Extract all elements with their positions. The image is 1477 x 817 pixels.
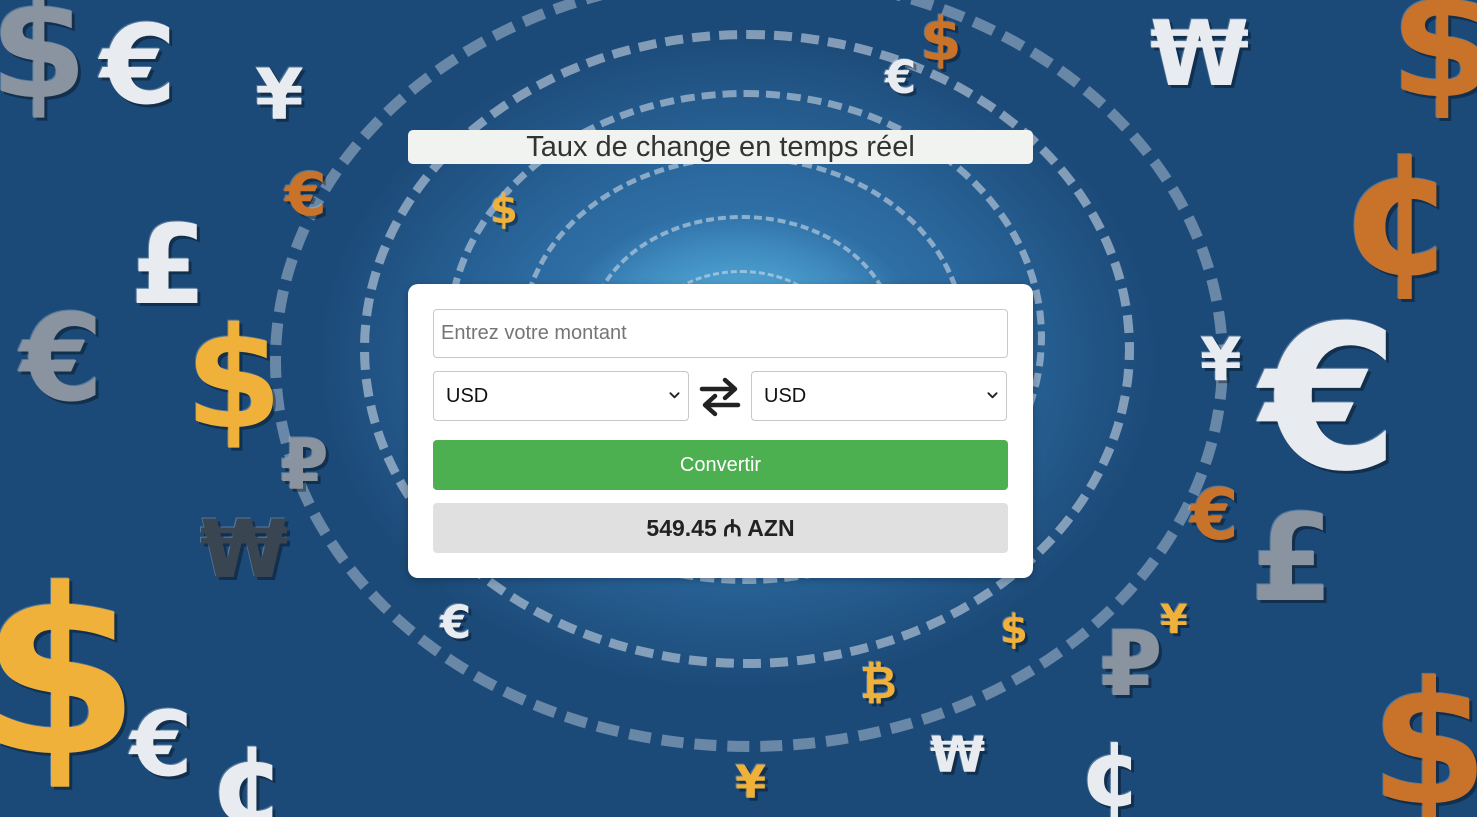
currency-symbol-icon: € bbox=[885, 51, 917, 104]
currency-symbol-icon: $ bbox=[185, 298, 283, 461]
currency-symbol-icon: ¥ bbox=[1160, 597, 1188, 643]
currency-symbol-icon: ¢ bbox=[1080, 722, 1143, 817]
convert-button[interactable]: Convertir bbox=[433, 440, 1008, 490]
currency-symbol-icon: $ bbox=[1390, 0, 1477, 132]
currency-symbol-icon: ¢ bbox=[1340, 116, 1459, 314]
currency-symbol-icon: € bbox=[1260, 283, 1400, 516]
currency-symbol-icon: ¥ bbox=[1200, 325, 1242, 395]
converter-card: USD USD Convertir 549.45 ₼ AZN bbox=[408, 284, 1033, 578]
currency-symbol-icon: € bbox=[440, 596, 472, 649]
currency-symbol-icon: ¥ bbox=[255, 54, 304, 136]
currency-symbol-icon: ₩ bbox=[1150, 2, 1250, 107]
currency-symbol-icon: ¥ bbox=[735, 756, 767, 809]
currency-symbol-icon: ₩ bbox=[930, 726, 986, 784]
currency-symbol-icon: € bbox=[1190, 474, 1239, 556]
from-currency-value: USD bbox=[446, 385, 489, 407]
currency-symbol-icon: $ bbox=[0, 541, 141, 808]
page-title: Taux de change en temps réel bbox=[408, 130, 1033, 164]
currency-symbol-icon: $ bbox=[920, 5, 962, 75]
currency-symbol-icon: ₽ bbox=[280, 424, 329, 506]
currency-symbol-icon: € bbox=[100, 1, 177, 129]
currency-symbol-icon: ₩ bbox=[200, 503, 289, 596]
currency-symbol-icon: $ bbox=[490, 187, 518, 233]
to-currency-value: USD bbox=[764, 385, 807, 407]
currency-symbol-icon: £ bbox=[1250, 490, 1334, 629]
chevron-down-icon bbox=[669, 392, 680, 399]
swap-arrows-icon[interactable] bbox=[698, 374, 742, 418]
chevron-down-icon bbox=[987, 392, 998, 399]
currency-symbol-icon: $ bbox=[1370, 646, 1477, 817]
currency-symbol-icon: ₽ bbox=[1100, 612, 1163, 717]
to-currency-select[interactable]: USD bbox=[751, 371, 1007, 421]
currency-symbol-icon: $ bbox=[0, 0, 88, 131]
currency-symbol-icon: € bbox=[130, 692, 193, 797]
currency-symbol-icon: € bbox=[285, 160, 327, 230]
conversion-result: 549.45 ₼ AZN bbox=[433, 503, 1008, 553]
currency-symbol-icon: € bbox=[20, 290, 104, 429]
currency-symbol-icon: $ bbox=[1000, 607, 1028, 653]
amount-input[interactable] bbox=[433, 309, 1008, 358]
currency-symbol-icon: ¢ bbox=[210, 721, 287, 817]
from-currency-select[interactable]: USD bbox=[433, 371, 689, 421]
currency-symbol-icon: ₿ bbox=[860, 656, 897, 709]
